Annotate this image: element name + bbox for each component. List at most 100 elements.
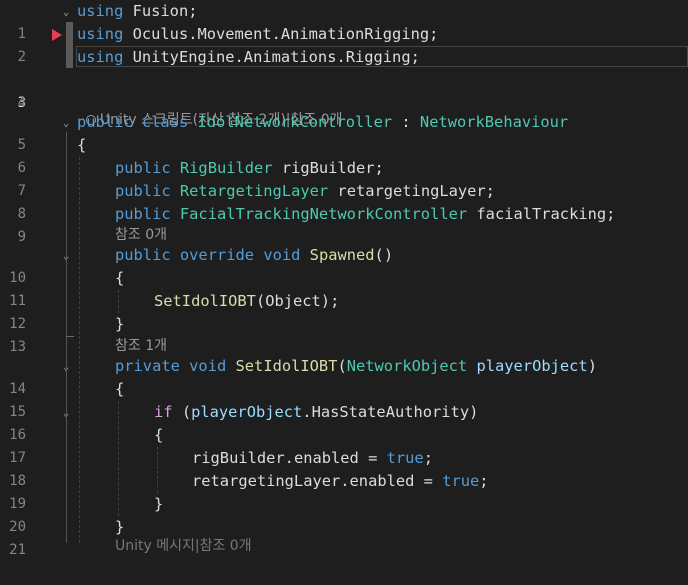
indent-guide-spawned [118, 290, 119, 313]
method-name-token: SetIdolIOBT [235, 357, 338, 375]
keyword-token: override [179, 246, 255, 264]
codelens-spawned[interactable]: 참조 0개 [115, 226, 167, 244]
field-token: rigBuilder; [272, 159, 384, 177]
code-line-10[interactable]: 10 ⌄ public override void Spawned() [0, 244, 688, 286]
line-number: 21 [9, 542, 26, 558]
member-token: .enabled = [284, 449, 387, 467]
keyword-token: void [263, 246, 301, 264]
control-keyword-token: if [154, 403, 173, 421]
method-name-token: Spawned [309, 246, 375, 264]
keyword-token: using [77, 25, 124, 43]
code-line-11[interactable]: 11 { [0, 267, 688, 309]
code-line-14[interactable]: 14 ⌄ private void SetIdolIOBT(NetworkObj… [0, 355, 688, 397]
field-token: facialTracking; [467, 205, 616, 223]
brace-token: { [115, 380, 125, 398]
parameter-token: playerObject [191, 403, 303, 421]
code-line-6[interactable]: 6 { [0, 134, 688, 176]
brace-token: { [115, 269, 125, 287]
code-line-12[interactable]: 12 SetIdolIOBT(Object); [0, 290, 688, 332]
brace-token: { [154, 426, 164, 444]
code-line-17[interactable]: 17 { [0, 424, 688, 466]
codelens-class[interactable]: Unity 스크립트(자산 참조 2개)|참조 0개 [77, 93, 343, 128]
code-line-18[interactable]: 18 rigBuilder.enabled = true; [0, 447, 688, 489]
code-line-13[interactable]: 13 } [0, 313, 688, 355]
code-line-4[interactable]: 4 [0, 69, 688, 111]
namespace-token: Fusion; [123, 2, 198, 20]
semicolon-token: ; [423, 449, 433, 467]
brace-token: } [115, 315, 125, 333]
code-line-15[interactable]: 15 { [0, 378, 688, 420]
brace-token: { [77, 136, 87, 154]
type-token: RigBuilder [179, 159, 273, 177]
indent-guide-class [79, 157, 80, 543]
code-line-1[interactable]: 1 ⌄ using Fusion; [0, 0, 688, 42]
keyword-token: public [115, 246, 171, 264]
paren-token: ( [172, 403, 192, 421]
code-line-5[interactable]: 5 ⌄ public class IdolNetworkController :… [0, 111, 688, 153]
class-name-token: IdolNetworkController [197, 113, 393, 131]
code-line-21[interactable]: 21 } [0, 516, 688, 558]
keyword-token: void [189, 357, 227, 375]
codelens-partial[interactable]: Unity 메시지|참조 0개 [115, 537, 252, 555]
code-line-2[interactable]: 2 using Oculus.Movement.AnimationRigging… [0, 23, 688, 65]
keyword-token: true [442, 472, 480, 490]
paren-token: () [374, 246, 394, 264]
keyword-token: private [115, 357, 180, 375]
keyword-token: public [115, 205, 171, 223]
field-token: retargetingLayer [192, 472, 341, 490]
method-call-token: SetIdolIOBT [154, 292, 256, 310]
code-line-20[interactable]: 20 } [0, 493, 688, 535]
code-line-8[interactable]: 8 public RetargetingLayer retargetingLay… [0, 180, 688, 222]
keyword-token: public [77, 113, 133, 131]
codelens-setidol[interactable]: 참조 1개 [115, 337, 167, 355]
chevron-down-icon[interactable]: ⌄ [60, 111, 72, 134]
keyword-token: public [115, 182, 171, 200]
keyword-token: using [77, 2, 124, 20]
keyword-token: using [77, 48, 124, 66]
brace-token: } [115, 518, 125, 536]
base-class-token: NetworkBehaviour [419, 113, 569, 131]
breakpoint-arrow-icon[interactable] [52, 29, 62, 41]
indent-guide-if [157, 447, 158, 493]
colon-token: : [392, 113, 420, 131]
using-block-bar [66, 22, 73, 68]
keyword-token: public [115, 159, 171, 177]
code-line-3[interactable]: 3 using UnityEngine.Animations.Rigging; [0, 46, 688, 111]
keyword-token: true [386, 449, 424, 467]
code-line-16[interactable]: 16 ⌄ if (playerObject.HasStateAuthority) [0, 401, 688, 443]
paren-token: ( [337, 357, 347, 375]
code-line-19[interactable]: 19 retargetingLayer.enabled = true; [0, 470, 688, 512]
type-token: NetworkObject [346, 357, 468, 375]
keyword-token: class [141, 113, 189, 131]
code-line-7[interactable]: 7 public RigBuilder rigBuilder; [0, 157, 688, 199]
namespace-token: UnityEngine.Animations.Rigging; [123, 48, 420, 66]
fold-guide-spawned [66, 267, 67, 319]
fold-end-spawned [66, 336, 74, 337]
namespace-token: Oculus.Movement.AnimationRigging; [123, 25, 439, 43]
brace-token: } [154, 495, 164, 513]
type-token: RetargetingLayer [179, 182, 329, 200]
parameter-token: playerObject [476, 357, 588, 375]
paren-token: ) [587, 357, 597, 375]
property-token: .HasStateAuthority) [302, 403, 479, 421]
chevron-down-icon[interactable]: ⌄ [60, 0, 72, 23]
indent-guide-setidol [118, 401, 119, 516]
code-line-9[interactable]: 9 public FacialTrackingNetworkController… [0, 203, 688, 245]
field-token: retargetingLayer; [328, 182, 495, 200]
type-token: FacialTrackingNetworkController [179, 205, 468, 223]
semicolon-token: ; [479, 472, 489, 490]
fold-guide-class [66, 132, 67, 543]
args-token: (Object); [255, 292, 340, 310]
member-token: .enabled = [340, 472, 443, 490]
field-token: rigBuilder [192, 449, 285, 467]
